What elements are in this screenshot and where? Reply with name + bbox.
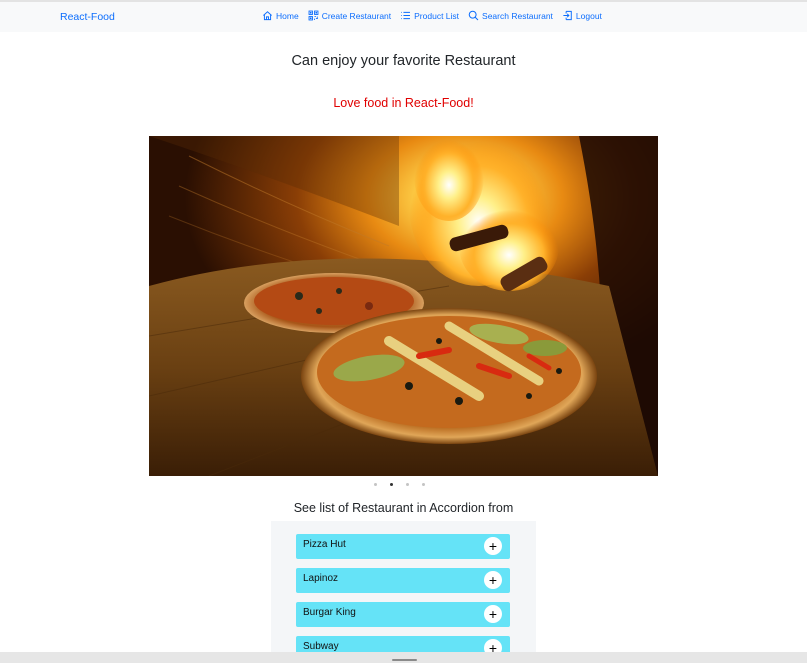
nav-logout-label: Logout xyxy=(575,10,602,21)
brand-link[interactable]: React-Food xyxy=(60,11,115,23)
nav-product-list-link[interactable]: Product List xyxy=(400,10,459,21)
carousel[interactable] xyxy=(149,136,658,476)
accordion-item-label: Burgar King xyxy=(303,607,356,618)
accordion: Pizza Hut + Lapinoz + Burgar King + Subw… xyxy=(271,521,536,663)
carousel-indicator[interactable] xyxy=(422,482,425,486)
accordion-item-burgar-king[interactable]: Burgar King + xyxy=(296,602,510,627)
nav-links: Home Create Restaurant Product List Sear… xyxy=(262,10,602,21)
house-icon xyxy=(262,10,273,21)
list-icon xyxy=(400,10,411,21)
bottom-bar xyxy=(0,652,807,663)
nav-search-restaurant-label: Search Restaurant xyxy=(482,10,553,21)
carousel-indicator-active[interactable] xyxy=(390,482,393,486)
nav-search-restaurant-link[interactable]: Search Restaurant xyxy=(468,10,553,21)
expand-button[interactable]: + xyxy=(484,571,502,589)
nav-product-list-label: Product List xyxy=(414,10,460,21)
carousel-indicator[interactable] xyxy=(406,482,409,486)
pizza-oven-image xyxy=(149,136,658,476)
qr-grid-icon xyxy=(308,10,319,21)
expand-button[interactable]: + xyxy=(484,537,502,555)
navbar: React-Food Home Create Restaurant Produc… xyxy=(0,0,807,32)
nav-create-restaurant-link[interactable]: Create Restaurant xyxy=(308,10,391,21)
accordion-item-label: Pizza Hut xyxy=(303,539,346,550)
expand-button[interactable]: + xyxy=(484,605,502,623)
accordion-item-label: Lapinoz xyxy=(303,573,339,584)
logout-icon xyxy=(562,10,573,21)
carousel-indicators xyxy=(374,481,434,487)
accordion-item-label: Subway xyxy=(303,641,339,652)
nav-create-restaurant-label: Create Restaurant xyxy=(321,10,392,21)
accordion-heading: See list of Restaurant in Accordion from xyxy=(293,501,514,515)
page-subtitle: Love food in React-Food! xyxy=(333,96,474,110)
accordion-item-lapinoz[interactable]: Lapinoz + xyxy=(296,568,510,593)
page: React-Food Home Create Restaurant Produc… xyxy=(0,0,807,663)
nav-home-label: Home xyxy=(276,10,299,21)
nav-logout-link[interactable]: Logout xyxy=(562,10,602,21)
carousel-indicator[interactable] xyxy=(374,482,377,486)
search-icon xyxy=(468,10,479,21)
accordion-item-pizza-hut[interactable]: Pizza Hut + xyxy=(296,534,510,559)
resize-handle[interactable] xyxy=(392,659,417,661)
nav-home-link[interactable]: Home xyxy=(262,10,299,21)
page-title: Can enjoy your favorite Restaurant xyxy=(291,53,516,69)
